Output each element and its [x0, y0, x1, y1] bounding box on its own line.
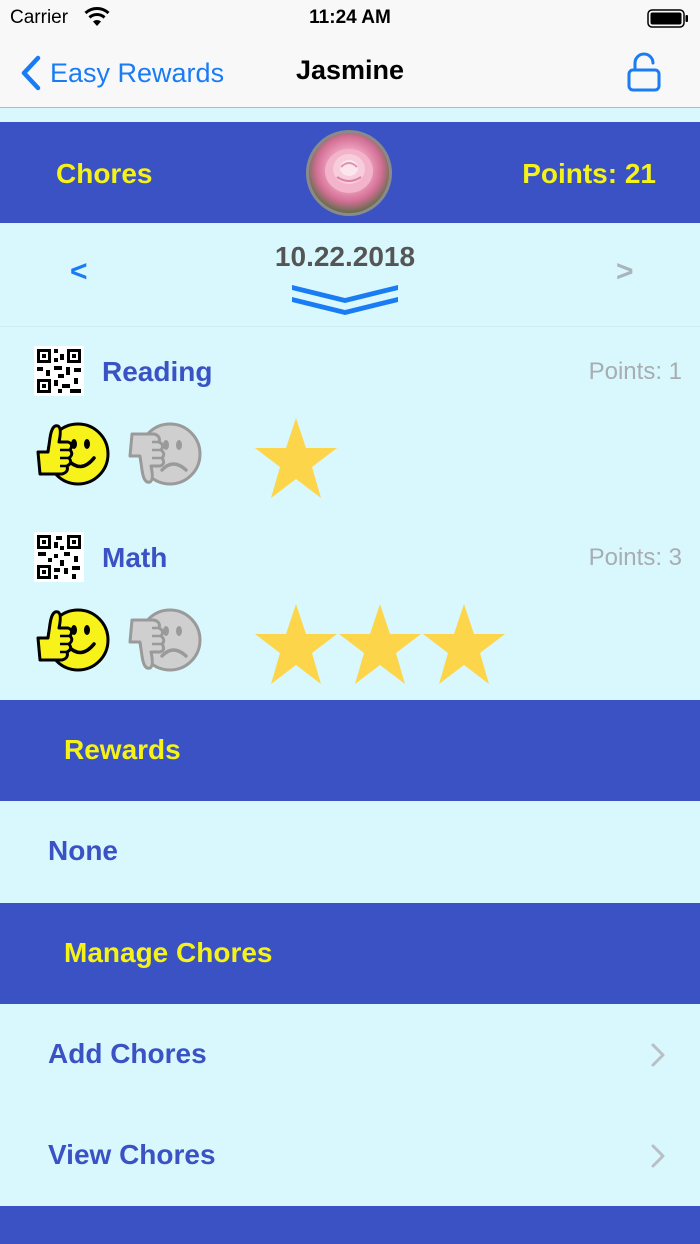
view-chores-label: View Chores: [48, 1139, 216, 1170]
chevron-left-icon: [21, 55, 41, 91]
manage-chores-header: Manage Chores: [0, 903, 700, 1004]
chevron-right-icon: [651, 1043, 665, 1067]
double-chevron-down-icon[interactable]: [290, 281, 400, 315]
star-icon: [255, 604, 337, 684]
next-day-button[interactable]: >: [616, 255, 634, 289]
chore-points: Points: 1: [588, 358, 682, 385]
thumbs-up-smiley-icon[interactable]: [32, 414, 112, 494]
thumbs-down-sad-icon[interactable]: [124, 414, 204, 494]
chores-header: Chores Points: 21: [0, 122, 700, 223]
status-bar: Carrier 11:24 AM: [0, 0, 700, 40]
unlock-icon[interactable]: [624, 52, 664, 92]
total-points: Points: 21: [522, 158, 656, 189]
star-icon: [255, 418, 337, 498]
add-chores-label: Add Chores: [48, 1038, 207, 1069]
thumbs-up-smiley-icon[interactable]: [32, 600, 112, 680]
qr-code-icon[interactable]: [34, 532, 84, 582]
thumbs-down-sad-icon[interactable]: [124, 600, 204, 680]
clock: 11:24 AM: [309, 7, 391, 28]
chore-item: Math Points: 3: [0, 514, 700, 700]
add-chores-row[interactable]: Add Chores: [0, 1004, 700, 1105]
qr-code-icon[interactable]: [34, 346, 84, 396]
reward-none-label: None: [48, 835, 118, 866]
chore-name: Math: [102, 542, 168, 573]
back-button[interactable]: Easy Rewards: [20, 53, 224, 93]
current-date: 10.22.2018: [274, 241, 416, 272]
section-header: [0, 1206, 700, 1244]
chevron-right-icon: [651, 1144, 665, 1168]
date-navigator: < 10.22.2018 >: [0, 223, 700, 327]
chores-title: Chores: [56, 158, 153, 189]
rewards-header: Rewards: [0, 700, 700, 801]
star-rating: [254, 602, 506, 686]
rose-photo: [325, 149, 373, 193]
avatar[interactable]: [306, 130, 392, 216]
battery-icon: [647, 9, 688, 28]
manage-chores-title: Manage Chores: [64, 937, 273, 968]
star-icon: [339, 604, 421, 684]
chore-name: Reading: [102, 356, 213, 387]
rewards-title: Rewards: [64, 734, 181, 765]
chore-item: Reading Points: 1: [0, 328, 700, 514]
chore-points: Points: 3: [588, 544, 682, 571]
star-icon: [423, 604, 505, 684]
back-button-label: Easy Rewards: [50, 57, 225, 88]
reward-row: None: [0, 801, 700, 902]
view-chores-row[interactable]: View Chores: [0, 1105, 700, 1206]
navigation-bar: Easy Rewards Jasmine: [0, 40, 700, 108]
star-rating: [254, 416, 338, 500]
